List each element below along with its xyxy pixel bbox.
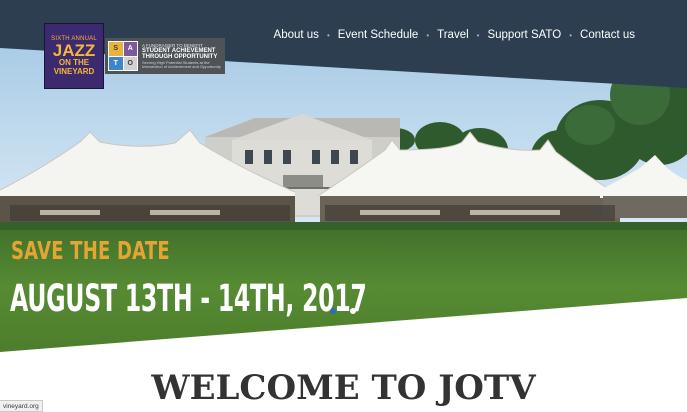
slider-dot-2[interactable] (350, 308, 356, 314)
logo-line-2a: JAZZ (52, 41, 96, 60)
nav-separator: • (326, 30, 330, 40)
nav-support-sato[interactable]: Support SATO (487, 29, 561, 41)
nav-separator: • (426, 30, 430, 40)
sato-letter-o: O (123, 56, 137, 70)
nav-about-us[interactable]: About us (274, 29, 319, 41)
sato-tagline: A FUNDRAISER TO BENEFIT STUDENT ACHIEVEM… (142, 43, 221, 70)
slider-dot-1[interactable] (330, 308, 336, 314)
welcome-heading: WELCOME TO JOTV (151, 368, 536, 408)
logo-line-2b: ON THE (58, 58, 90, 67)
sato-line-3b: Intersection of Achievement and Opportun… (142, 64, 221, 69)
logo-line-3: VINEYARD (53, 67, 95, 76)
sato-letter-grid: S A T O (108, 41, 138, 71)
nav-event-schedule[interactable]: Event Schedule (338, 29, 419, 41)
sato-letter-a: A (123, 42, 137, 56)
sato-letter-t: T (109, 56, 123, 70)
status-bar-url: vineyard.org (0, 400, 43, 412)
nav-separator: • (569, 30, 573, 40)
nav-separator: • (476, 30, 480, 40)
sato-letter-s: S (109, 42, 123, 56)
nav-contact-us[interactable]: Contact us (580, 29, 635, 41)
event-dates: AUGUST 13TH - 14TH, 2017 (10, 277, 367, 320)
nav-travel[interactable]: Travel (437, 29, 469, 41)
main-nav: About us • Event Schedule • Travel • Sup… (274, 26, 635, 44)
sato-logo[interactable]: S A T O A FUNDRAISER TO BENEFIT STUDENT … (105, 38, 225, 74)
save-the-date-heading: SAVE THE DATE (11, 236, 170, 265)
jotv-logo[interactable]: SIXTH ANNUAL JAZZ ON THE VINEYARD (44, 23, 104, 89)
